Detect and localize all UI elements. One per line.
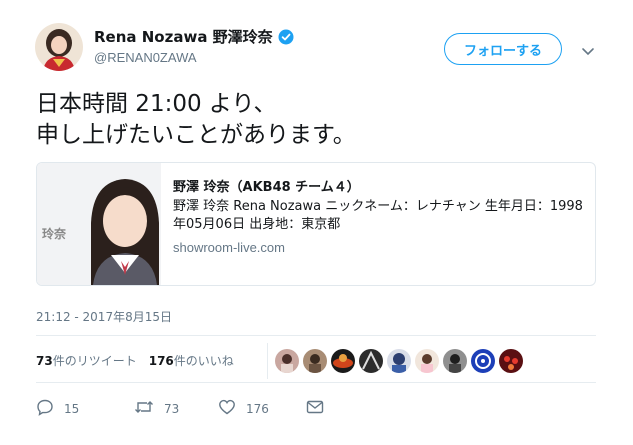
like-button[interactable]: 176 — [218, 398, 306, 420]
retweet-stat-label: 件のリツイート — [52, 354, 137, 368]
display-name-text[interactable]: Rena Nozawa 野澤玲奈 — [94, 26, 273, 47]
card-title: 野澤 玲奈（AKB48 チーム４） — [173, 180, 360, 195]
tweet-text-line-2: 申し上げたいことがあります。 — [36, 122, 356, 148]
display-name[interactable]: Rena Nozawa 野澤玲奈 — [94, 26, 294, 47]
liker-avatar[interactable] — [387, 349, 411, 373]
tweet-actions: 15 73 176 — [36, 398, 324, 420]
liker-avatar[interactable] — [331, 349, 355, 373]
reply-count: 15 — [64, 402, 80, 416]
retweet-stat[interactable]: 73件のリツイート — [36, 354, 137, 368]
engagement-stats: 73件のリツイート 176件のいいね — [36, 352, 234, 369]
retweet-stat-count: 73 — [36, 354, 53, 368]
follow-button[interactable]: フォローする — [444, 33, 562, 65]
reply-icon — [36, 398, 54, 420]
link-card[interactable]: 玲奈 野澤 玲奈（AKB48 チーム４） 野澤 玲奈 Rena Nozawa ニ… — [36, 162, 596, 286]
retweet-button[interactable]: 73 — [134, 398, 218, 420]
like-stat-count: 176 — [148, 354, 174, 368]
liker-avatar[interactable] — [303, 349, 327, 373]
like-count: 176 — [246, 402, 269, 416]
card-thumbnail: 玲奈 — [37, 163, 161, 285]
like-icon — [218, 398, 236, 420]
tweet-text: 日本時間 21:00 より、 申し上げたいことがあります。 — [36, 89, 356, 151]
card-domain: showroom-live.com — [173, 240, 285, 255]
liker-avatar[interactable] — [471, 349, 495, 373]
chevron-down-icon[interactable] — [581, 42, 595, 56]
retweet-count: 73 — [164, 402, 180, 416]
card-description: 野澤 玲奈 Rena Nozawa ニックネーム：レナチャン 生年月日：1998… — [173, 199, 583, 232]
liker-avatar[interactable] — [443, 349, 467, 373]
direct-message-button[interactable] — [306, 399, 324, 419]
card-image-label: 玲奈 — [42, 227, 67, 241]
verified-icon — [278, 29, 294, 45]
reply-button[interactable]: 15 — [36, 398, 134, 420]
user-handle[interactable]: @RENAN0ZAWA — [94, 50, 197, 65]
tweet-text-line-1: 日本時間 21:00 より、 — [36, 91, 277, 117]
profile-avatar[interactable] — [35, 23, 83, 71]
retweet-icon — [134, 398, 154, 420]
liker-avatar[interactable] — [499, 349, 523, 373]
liker-avatars — [275, 349, 527, 373]
divider-bottom — [36, 382, 596, 383]
like-stat[interactable]: 176件のいいね — [149, 354, 234, 368]
liker-avatar[interactable] — [275, 349, 299, 373]
stats-separator — [267, 343, 268, 379]
divider-top — [36, 335, 596, 336]
liker-avatar[interactable] — [415, 349, 439, 373]
like-stat-label: 件のいいね — [173, 354, 234, 368]
liker-avatar[interactable] — [359, 349, 383, 373]
message-icon — [306, 399, 324, 419]
tweet-timestamp[interactable]: 21:12 - 2017年8月15日 — [36, 308, 172, 325]
